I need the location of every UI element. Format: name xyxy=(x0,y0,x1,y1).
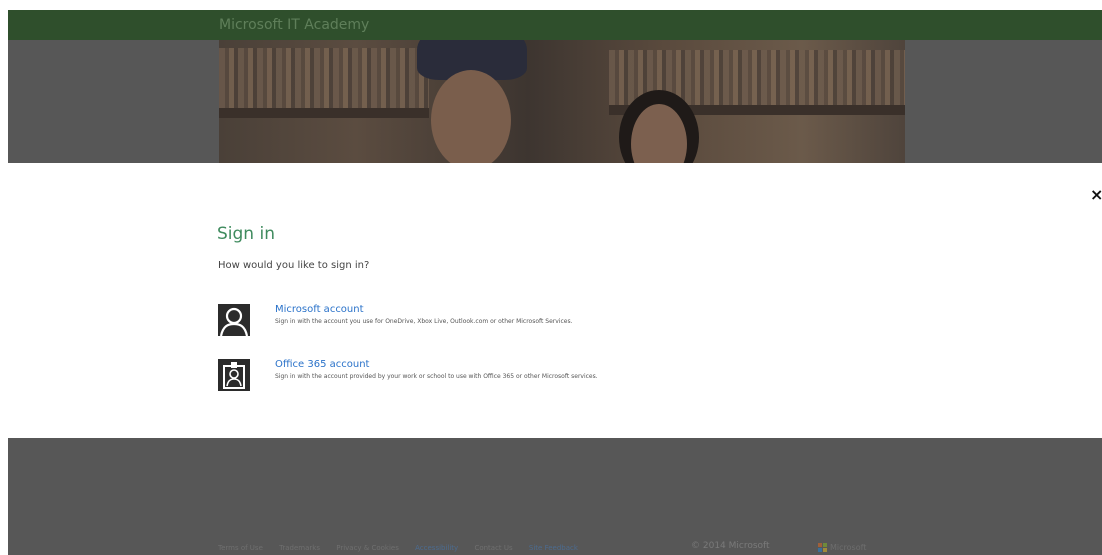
footer-link[interactable]: Accessibility xyxy=(415,544,458,552)
dialog-question: How would you like to sign in? xyxy=(218,260,370,271)
microsoft-account-link[interactable]: Microsoft account xyxy=(275,304,364,315)
hero-photo xyxy=(219,40,905,163)
dialog-title: Sign in xyxy=(217,224,275,244)
office-365-account-option[interactable]: Office 365 account Sign in with the acco… xyxy=(218,359,678,395)
shelf-left xyxy=(219,108,429,118)
logo-square-icon xyxy=(823,543,827,547)
close-icon[interactable]: × xyxy=(1090,185,1102,204)
logo-text: Microsoft xyxy=(830,543,867,552)
footer-link[interactable]: Trademarks xyxy=(279,544,320,552)
logo-square-icon xyxy=(818,543,822,547)
footer-copyright: © 2014 Microsoft xyxy=(691,541,770,551)
office-365-account-link[interactable]: Office 365 account xyxy=(275,359,369,370)
hero-band xyxy=(8,40,1102,163)
logo-square-icon xyxy=(818,548,822,552)
site-header: Microsoft IT Academy xyxy=(8,10,1102,40)
page: Microsoft IT Academy × Sign in How would… xyxy=(0,0,1102,555)
person-silhouette-icon xyxy=(218,304,250,336)
microsoft-logo: Microsoft xyxy=(818,543,878,553)
site-footer: Terms of Use Trademarks Privacy & Cookie… xyxy=(8,438,1102,555)
bookshelf-left xyxy=(219,48,429,108)
id-badge-icon xyxy=(218,359,250,391)
logo-square-icon xyxy=(823,548,827,552)
footer-link[interactable]: Privacy & Cookies xyxy=(336,544,399,552)
microsoft-account-description: Sign in with the account you use for One… xyxy=(275,318,573,325)
student-left-face xyxy=(431,70,511,163)
site-title[interactable]: Microsoft IT Academy xyxy=(219,17,369,33)
footer-links: Terms of Use Trademarks Privacy & Cookie… xyxy=(218,544,592,552)
microsoft-account-option[interactable]: Microsoft account Sign in with the accou… xyxy=(218,304,678,340)
sign-in-dialog: × Sign in How would you like to sign in?… xyxy=(0,163,1102,438)
footer-link[interactable]: Contact Us xyxy=(474,544,512,552)
footer-link[interactable]: Site Feedback xyxy=(529,544,578,552)
footer-link[interactable]: Terms of Use xyxy=(218,544,263,552)
office-365-account-description: Sign in with the account provided by you… xyxy=(275,373,598,380)
